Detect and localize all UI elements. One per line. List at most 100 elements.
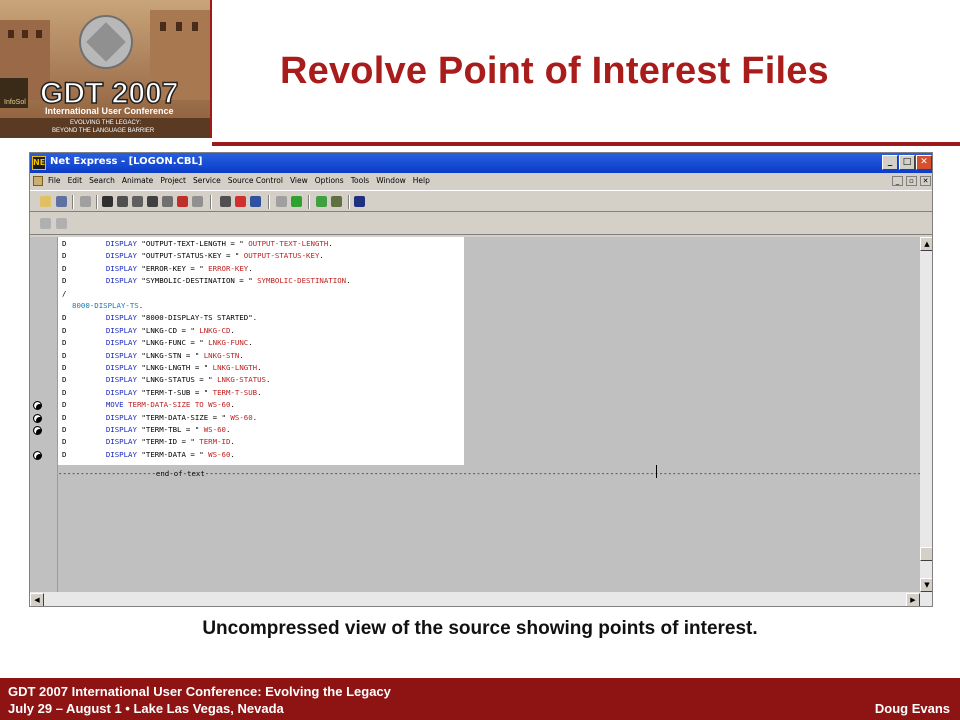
code-editor[interactable]: D DISPLAY "OUTPUT-TEXT-LENGTH = " OUTPUT… <box>30 237 932 606</box>
code-line[interactable]: D DISPLAY "TERM-TBL = " WS-60. <box>62 424 230 436</box>
menu-item-animate[interactable]: Animate <box>122 176 153 185</box>
code-line[interactable]: D DISPLAY "LNKG-LNGTH = " LNKG-LNGTH. <box>62 362 262 374</box>
traffic-light-icon[interactable] <box>177 196 188 207</box>
menu-item-file[interactable]: File <box>48 176 61 185</box>
compile-icon[interactable] <box>250 196 261 207</box>
code-line[interactable]: D DISPLAY "LNKG-STATUS = " LNKG-STATUS. <box>62 374 270 386</box>
code-variable: LNKG-STN <box>203 350 240 360</box>
code-line[interactable]: D DISPLAY "LNKG-FUNC = " LNKG-FUNC. <box>62 337 253 349</box>
open-file-icon[interactable] <box>40 196 51 207</box>
scroll-right-arrow-icon[interactable]: ▶ <box>906 593 920 606</box>
step-icon[interactable] <box>117 196 128 207</box>
project-icon[interactable] <box>316 196 327 207</box>
undo-icon[interactable] <box>80 196 91 207</box>
menu-item-service[interactable]: Service <box>193 176 221 185</box>
code-line[interactable]: / <box>62 288 88 300</box>
scroll-thumb[interactable] <box>920 547 932 561</box>
code-line[interactable]: D DISPLAY "TERM-DATA = " WS-60. <box>62 449 235 461</box>
horizontal-scrollbar[interactable]: ◀ ▶ <box>30 592 932 606</box>
bookmark-icon[interactable] <box>40 218 51 229</box>
maximize-button[interactable]: □ <box>899 155 915 170</box>
code-area[interactable]: D DISPLAY "OUTPUT-TEXT-LENGTH = " OUTPUT… <box>58 237 920 592</box>
code-string: "TERM-DATA = " <box>136 449 209 459</box>
code-keyword: DISPLAY <box>105 251 137 261</box>
code-string: "TERM-T-SUB = " <box>136 387 213 397</box>
tree-icon[interactable] <box>331 196 342 207</box>
footer-conference-line: GDT 2007 International User Conference: … <box>8 684 391 699</box>
menu-item-edit[interactable]: Edit <box>68 176 83 185</box>
animate-icon[interactable] <box>102 196 113 207</box>
code-line[interactable]: D DISPLAY "OUTPUT-STATUS-KEY = " OUTPUT-… <box>62 250 324 262</box>
window-titlebar: NE Net Express - [LOGON.CBL] _ □ ✕ <box>30 153 932 173</box>
code-variable: OUTPUT-TEXT-LENGTH <box>248 239 329 248</box>
window-title: Net Express - [LOGON.CBL] <box>50 156 203 167</box>
check-icon[interactable] <box>291 196 302 207</box>
logo-tagline-1: EVOLVING THE LEGACY: <box>70 120 141 126</box>
document-icon[interactable] <box>33 176 43 186</box>
run-icon[interactable] <box>147 196 158 207</box>
build-icon[interactable] <box>220 196 231 207</box>
bookmark-next-icon[interactable] <box>56 218 67 229</box>
toolbar-separator <box>96 195 98 209</box>
code-terminator: . <box>248 338 253 348</box>
code-line[interactable]: D MOVE TERM-DATA-SIZE TO WS-60. <box>62 399 235 411</box>
menu-item-search[interactable]: Search <box>89 176 115 185</box>
code-line[interactable]: D DISPLAY "LNKG-STN = " LNKG-STN. <box>62 350 244 362</box>
code-keyword: DISPLAY <box>105 313 137 323</box>
breakpoint-icon[interactable] <box>33 426 42 435</box>
code-line[interactable]: D DISPLAY "TERM-DATA-SIZE = " WS-60. <box>62 412 257 424</box>
code-line-flag: D <box>62 325 67 335</box>
menu-item-source-control[interactable]: Source Control <box>228 176 283 185</box>
footer-date-location: July 29 – August 1 • Lake Las Vegas, Nev… <box>8 701 284 716</box>
zoom-icon[interactable] <box>162 196 173 207</box>
menu-item-options[interactable]: Options <box>315 176 344 185</box>
stop-icon[interactable] <box>235 196 246 207</box>
breakpoint-icon[interactable] <box>33 450 42 460</box>
code-terminator: . <box>257 363 262 372</box>
menu-item-project[interactable]: Project <box>160 176 186 185</box>
code-line[interactable]: 8000-DISPLAY-TS. <box>62 300 143 312</box>
code-string: "TERM-ID = " <box>136 437 200 447</box>
main-toolbar <box>30 190 932 212</box>
menu-item-window[interactable]: Window <box>376 176 406 185</box>
code-line[interactable]: D DISPLAY "LNKG-CD = " LNKG-CD. <box>62 325 235 337</box>
code-line[interactable]: D DISPLAY "OUTPUT-TEXT-LENGTH = " OUTPUT… <box>62 238 333 250</box>
code-line[interactable]: D DISPLAY "TERM-T-SUB = " TERM-T-SUB. <box>62 387 262 399</box>
code-line[interactable]: D DISPLAY "TERM-ID = " TERM-ID. <box>62 436 235 448</box>
code-line-flag: D <box>62 251 67 261</box>
breakpoint-icon[interactable] <box>33 401 42 411</box>
doc-minimize-button[interactable]: _ <box>892 176 903 186</box>
split-icon[interactable] <box>276 196 287 207</box>
vertical-scrollbar[interactable]: ▲ ▼ <box>920 237 932 592</box>
menu-item-tools[interactable]: Tools <box>351 176 369 185</box>
code-line[interactable]: D DISPLAY "ERROR-KEY = " ERROR-KEY. <box>62 263 253 275</box>
help-icon[interactable] <box>354 196 365 207</box>
paragraph-label: 8000-DISPLAY-TS <box>72 301 139 310</box>
code-line[interactable]: D DISPLAY "8000-DISPLAY-TS STARTED". <box>62 312 257 324</box>
code-variable: LNKG-FUNC <box>208 338 249 348</box>
debug-icon[interactable] <box>192 196 203 207</box>
code-line[interactable]: D DISPLAY "SYMBOLIC-DESTINATION = " SYMB… <box>62 275 351 287</box>
code-string: "TERM-DATA-SIZE = " <box>136 412 231 422</box>
code-terminator: . <box>239 350 244 360</box>
code-string: "LNKG-FUNC = " <box>136 338 209 348</box>
scroll-up-arrow-icon[interactable]: ▲ <box>920 237 932 251</box>
scroll-down-arrow-icon[interactable]: ▼ <box>920 578 932 592</box>
code-line-flag: D <box>62 400 67 410</box>
breakpoint-gutter[interactable] <box>30 237 58 592</box>
code-string: "LNKG-STATUS = " <box>136 375 218 385</box>
doc-restore-button[interactable]: ▫ <box>906 176 917 186</box>
toolbar-separator <box>72 195 74 209</box>
step-over-icon[interactable] <box>132 196 143 207</box>
code-line-flag: D <box>62 412 67 422</box>
save-icon[interactable] <box>56 196 67 207</box>
scroll-left-arrow-icon[interactable]: ◀ <box>30 593 44 606</box>
menu-item-help[interactable]: Help <box>413 176 430 185</box>
close-button[interactable]: ✕ <box>916 155 932 170</box>
doc-close-button[interactable]: ✕ <box>920 176 931 186</box>
code-terminator: . <box>346 276 351 286</box>
breakpoint-icon[interactable] <box>33 413 42 423</box>
menu-item-view[interactable]: View <box>290 176 308 185</box>
toolbar-separator <box>210 195 212 209</box>
minimize-button[interactable]: _ <box>882 155 898 170</box>
